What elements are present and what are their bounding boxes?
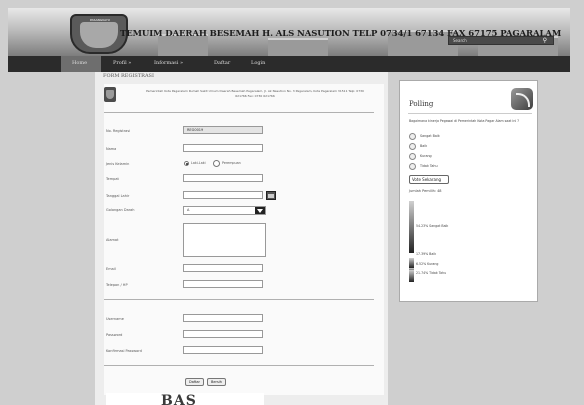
nav-item-profil[interactable]: Profil » xyxy=(113,60,131,66)
gender-male-label: Laki-Laki xyxy=(191,161,206,165)
label-gender: Jenis Kelamin xyxy=(106,162,130,166)
poll-title: Polling xyxy=(409,100,434,108)
label-birthdate: Tanggal Lahir xyxy=(106,194,130,198)
nav-item-label: Informasi xyxy=(154,60,179,66)
label-address: Alamat xyxy=(106,238,119,242)
poll-result-label: 6.52% Kurang xyxy=(416,262,439,266)
email-field[interactable] xyxy=(183,264,263,272)
poll-option-radio[interactable] xyxy=(409,133,416,140)
label-email: Email xyxy=(106,267,116,271)
page-title: FORM REGISTRASI xyxy=(103,73,154,79)
reset-button[interactable]: Bersih xyxy=(207,378,227,386)
institution-address: Pemerintah Kota Pagaralam Rumah Sakit Um… xyxy=(146,89,364,98)
poll-option-radio[interactable] xyxy=(409,153,416,160)
footer-stamp: BAS xyxy=(106,393,264,405)
address-textarea[interactable] xyxy=(183,223,266,257)
label-registration-number: No. Registrasi xyxy=(106,129,131,133)
stamp-text: BAS xyxy=(161,393,197,405)
chevron-icon: » xyxy=(179,60,183,66)
poll-option-label: Tidak Tahu xyxy=(420,164,438,168)
poll-result-bar xyxy=(409,201,414,253)
poll-question: Bagaimana kinerja Pegawai di Pemerintah … xyxy=(409,119,519,123)
chevron-down-icon[interactable] xyxy=(255,207,265,214)
divider xyxy=(104,299,374,300)
nav-item-home[interactable]: Home xyxy=(72,60,87,66)
confirm-password-field[interactable] xyxy=(183,346,263,354)
password-field[interactable] xyxy=(183,330,263,338)
nav-item-login[interactable]: Login xyxy=(251,60,265,66)
nav-item-informasi[interactable]: Informasi » xyxy=(154,60,183,66)
label-phone: Telepon / HP xyxy=(106,283,128,287)
label-username: Username xyxy=(106,317,124,321)
label-birthplace: Tempat xyxy=(106,177,119,181)
poll-option-radio[interactable] xyxy=(409,163,416,170)
poll-option-label: Kurang xyxy=(420,154,432,158)
blood-type-value: A xyxy=(187,208,190,212)
poll-option-label: Sangat Baik xyxy=(420,134,440,138)
label-blood-type: Golongan Darah xyxy=(106,208,135,212)
label-name: Nama xyxy=(106,147,117,151)
label-password: Password xyxy=(106,333,123,337)
banner-building xyxy=(268,38,328,56)
blood-type-select[interactable]: A xyxy=(183,206,266,215)
username-field[interactable] xyxy=(183,314,263,322)
name-field[interactable] xyxy=(183,144,263,152)
registration-number-field: REG0019 xyxy=(183,126,263,134)
poll-total: Jumlah Pemilih: 48 xyxy=(409,189,442,193)
logo-emblem-icon xyxy=(80,22,118,48)
poll-result-bar xyxy=(409,258,414,268)
gender-female-label: Perempuan xyxy=(222,161,241,165)
form-logo-icon xyxy=(104,87,116,102)
gender-female-radio[interactable] xyxy=(213,160,220,167)
nav-item-label: Profil xyxy=(113,60,127,66)
nav-item-daftar[interactable]: Daftar xyxy=(214,60,230,66)
phone-field[interactable] xyxy=(183,280,263,288)
submit-button[interactable]: Daftar xyxy=(185,378,204,386)
poll-result-label: 17.39% Baik xyxy=(416,252,437,256)
vote-button[interactable]: Vote Sekarang xyxy=(409,175,449,184)
birthplace-field[interactable] xyxy=(183,174,263,182)
search-input[interactable]: Search ⚲ xyxy=(448,36,554,45)
gender-male-radio[interactable] xyxy=(184,161,189,166)
main-nav: Home Profil » Informasi » Daftar Login xyxy=(8,56,570,72)
poll-result-label: 54.23% Sangat Baik xyxy=(416,224,449,228)
rss-icon[interactable] xyxy=(511,88,533,110)
label-confirm-password: Konfirmasi Password xyxy=(106,349,142,353)
poll-divider xyxy=(408,113,532,114)
calendar-icon[interactable] xyxy=(266,191,276,200)
divider xyxy=(104,112,374,113)
poll-option-label: Baik xyxy=(420,144,428,148)
poll-result-bar xyxy=(409,270,414,282)
birthdate-field[interactable] xyxy=(183,191,263,199)
search-placeholder: Search xyxy=(453,38,467,43)
search-icon[interactable]: ⚲ xyxy=(543,37,547,44)
poll-option-radio[interactable] xyxy=(409,143,416,150)
chevron-icon: » xyxy=(128,60,132,66)
form-logo-emblem xyxy=(106,90,114,99)
divider xyxy=(104,365,374,366)
poll-result-label: 21.74% Tidak Tahu xyxy=(416,271,447,275)
